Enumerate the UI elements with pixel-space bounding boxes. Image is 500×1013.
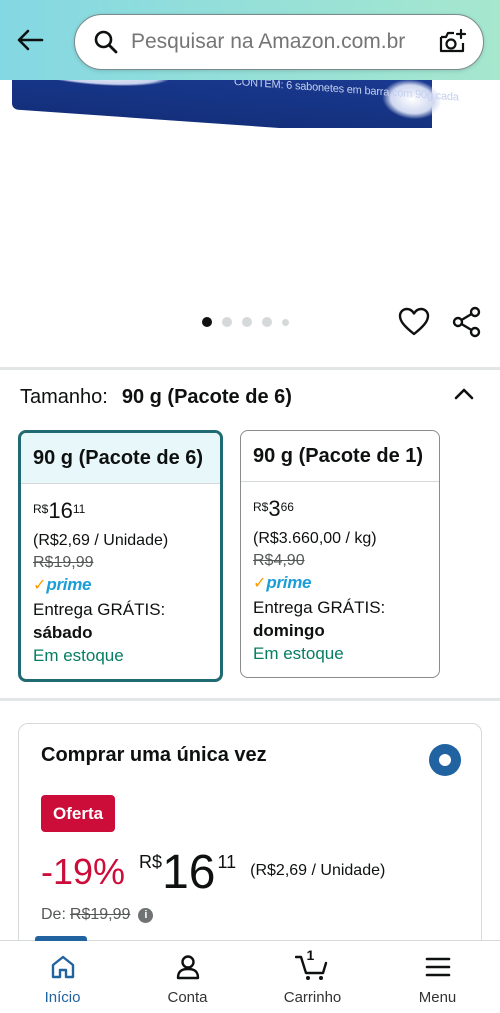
section-divider [0, 367, 500, 370]
image-carousel-indicator [202, 317, 289, 327]
product-image[interactable]: CONTÉM: 6 sabonetes em barra com 90g cad… [0, 80, 500, 128]
camera-search-icon[interactable] [435, 25, 469, 59]
size-selector-header[interactable]: Tamanho: 90 g (Pacote de 6) [20, 386, 292, 409]
prime-badge: ✓ prime [33, 575, 92, 594]
carousel-dot [282, 318, 289, 326]
option-delivery: Entrega GRÁTIS: sábado [33, 600, 166, 642]
prime-check-icon: ✓ [33, 577, 47, 594]
menu-icon [425, 957, 450, 977]
carousel-dot [222, 317, 232, 327]
prime-check-icon: ✓ [253, 575, 267, 592]
search-icon[interactable] [91, 27, 121, 57]
product-box-image: CONTÉM: 6 sabonetes em barra com 90g cad… [12, 80, 459, 128]
cart-count-badge: 1 [306, 947, 315, 963]
size-option-pack-1[interactable]: 90 g (Pacote de 1) R$ 3 66 (R$3.660,00 /… [240, 430, 440, 678]
size-option-pack-6[interactable]: 90 g (Pacote de 6) R$ 16 11 (R$2,69 / Un… [18, 430, 223, 682]
carousel-dot [242, 317, 252, 327]
option-list-price: R$19,99 [33, 554, 94, 571]
search-bar[interactable] [74, 14, 484, 70]
option-list-price: R$4,90 [253, 552, 305, 569]
back-arrow-icon [17, 29, 44, 51]
option-stock: Em estoque [253, 644, 344, 663]
carousel-dot [262, 317, 272, 327]
account-icon [176, 955, 199, 980]
buy-once-radio[interactable] [429, 744, 461, 776]
wishlist-heart-icon[interactable] [397, 305, 431, 339]
option-price: R$ 3 66 [253, 496, 294, 521]
option-unit-price: (R$3.660,00 / kg) [253, 530, 377, 547]
size-option-title: 90 g (Pacote de 6) [21, 433, 220, 484]
nav-menu[interactable]: Menu [375, 941, 500, 1013]
prime-badge: ✓ prime [253, 573, 312, 592]
back-button[interactable] [10, 20, 50, 60]
active-tab-indicator [35, 936, 87, 941]
section-divider [0, 698, 500, 701]
chevron-up-icon[interactable] [450, 380, 478, 408]
deal-badge: Oferta [41, 795, 116, 832]
buy-once-price: -19% R$ 16 11 (R$2,69 / Unidade) [41, 846, 386, 899]
size-selected-value: 90 g (Pacote de 6) [121, 386, 292, 408]
size-option-title: 90 g (Pacote de 1) [241, 431, 439, 482]
was-price: De: R$19,99 i [41, 906, 154, 924]
search-input[interactable] [131, 30, 435, 54]
option-unit-price: (R$2,69 / Unidade) [33, 532, 169, 549]
buy-once-title: Comprar uma única vez [41, 744, 267, 766]
carousel-dot-active [202, 317, 212, 327]
cart-icon: 1 [294, 947, 331, 981]
top-header [0, 0, 500, 80]
size-label: Tamanho: [20, 386, 108, 408]
info-icon[interactable]: i [138, 907, 154, 923]
discount-percent: -19% [41, 851, 126, 892]
option-price: R$ 16 11 [33, 498, 86, 523]
bottom-navigation: Início Conta 1 Carrinho Menu [0, 936, 500, 1013]
nav-account[interactable]: Conta [125, 941, 250, 1013]
buy-once-unit-price: (R$2,69 / Unidade) [250, 862, 386, 879]
option-stock: Em estoque [33, 646, 124, 665]
share-icon[interactable] [450, 305, 484, 339]
nav-home[interactable]: Início [0, 941, 125, 1013]
home-icon [51, 955, 74, 979]
nav-cart[interactable]: 1 Carrinho [250, 941, 375, 1013]
option-delivery: Entrega GRÁTIS: domingo [253, 598, 386, 640]
